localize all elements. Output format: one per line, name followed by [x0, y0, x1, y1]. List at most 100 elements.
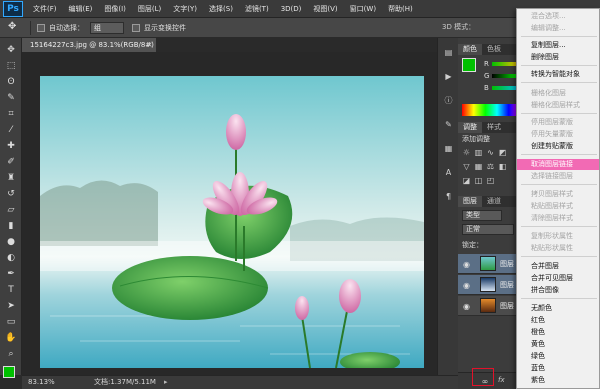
menu-image[interactable]: 图像(I)	[98, 4, 132, 14]
menu-paste-layer-style: 粘贴图层样式	[531, 202, 573, 210]
brightness-icon[interactable]: ☼	[462, 148, 471, 157]
blur-icon[interactable]: ●	[4, 236, 18, 248]
clone-stamp-icon[interactable]: ♜	[4, 172, 18, 184]
hue-icon[interactable]: ▦	[474, 162, 483, 171]
tab-adjustments[interactable]: 调整	[458, 122, 482, 133]
menu-file[interactable]: 文件(F)	[27, 4, 63, 14]
exposure-icon[interactable]: ◩	[498, 148, 507, 157]
healing-brush-icon[interactable]: ✚	[4, 140, 18, 152]
canvas-area[interactable]	[22, 52, 460, 375]
menu-window[interactable]: 窗口(W)	[344, 4, 382, 14]
menu-color-none[interactable]: 无颜色	[517, 303, 599, 314]
menu-3d[interactable]: 3D(D)	[275, 5, 308, 13]
tab-color[interactable]: 颜色	[458, 44, 482, 55]
eyedropper-icon[interactable]: ⁄	[4, 124, 18, 136]
eye-icon[interactable]: ◉	[463, 302, 470, 311]
photoshop-logo: Ps	[3, 0, 23, 17]
balance-icon[interactable]: ⚖	[486, 162, 495, 171]
auto-select-checkbox[interactable]	[37, 23, 45, 32]
move-icon[interactable]: ✥	[4, 44, 18, 56]
menu-color-violet[interactable]: 紫色	[517, 375, 599, 386]
menu-unlink-layers[interactable]: 取消图层链接	[517, 159, 599, 170]
layer-name[interactable]: 图层	[500, 280, 514, 290]
move-tool-icon[interactable]: ✥	[8, 21, 24, 35]
menu-flatten-image[interactable]: 拼合图像	[517, 285, 599, 296]
levels-icon[interactable]: ▥	[474, 148, 483, 157]
foreground-color-swatch[interactable]	[3, 366, 15, 378]
menu-disable-layer-mask: 停用图层蒙版	[531, 118, 573, 126]
layer-thumbnail	[480, 277, 496, 292]
menu-color-yellow[interactable]: 黄色	[517, 339, 599, 350]
shape-icon[interactable]: ▭	[4, 316, 18, 328]
bw-icon[interactable]: ◧	[498, 162, 507, 171]
brush-icon[interactable]: ✐	[4, 156, 18, 168]
menu-color-orange[interactable]: 橙色	[517, 327, 599, 338]
blend-mode-select[interactable]: 正常	[462, 224, 514, 235]
clone-panel-icon[interactable]: ▦	[444, 144, 453, 153]
quick-select-icon[interactable]: ✎	[4, 92, 18, 104]
actions-panel-icon[interactable]: ▶	[444, 72, 453, 81]
menu-type[interactable]: 文字(Y)	[167, 4, 203, 14]
menu-layer[interactable]: 图层(L)	[132, 4, 167, 14]
tab-swatches[interactable]: 色板	[482, 44, 506, 55]
menu-convert-smart-object[interactable]: 转换为智能对象	[517, 69, 599, 80]
tab-styles[interactable]: 样式	[482, 122, 506, 133]
eraser-icon[interactable]: ▱	[4, 204, 18, 216]
menu-rasterize-style: 栅格化图层样式	[531, 101, 580, 109]
menu-duplicate-layer[interactable]: 复制图层...	[517, 40, 599, 51]
tab-channels[interactable]: 通道	[482, 196, 506, 207]
menu-select[interactable]: 选择(S)	[203, 4, 239, 14]
close-icon[interactable]: ×	[146, 38, 153, 52]
3d-mode-label: 3D 模式：	[442, 23, 476, 31]
character-panel-icon[interactable]: A	[444, 168, 453, 177]
type-icon[interactable]: T	[4, 284, 18, 296]
curves-icon[interactable]: ∿	[486, 148, 495, 157]
zoom-level[interactable]: 83.13%	[28, 376, 55, 389]
threshold-icon[interactable]: ◰	[486, 176, 495, 185]
pen-icon[interactable]: ✒	[4, 268, 18, 280]
history-brush-icon[interactable]: ↺	[4, 188, 18, 200]
menu-help[interactable]: 帮助(H)	[382, 4, 419, 14]
menu-view[interactable]: 视图(V)	[307, 4, 343, 14]
lasso-icon[interactable]: ʘ	[4, 76, 18, 88]
eye-icon[interactable]: ◉	[463, 260, 470, 269]
menu-merge-layers[interactable]: 合并图层	[517, 261, 599, 272]
posterize-icon[interactable]: ◫	[474, 176, 483, 185]
history-panel-icon[interactable]: ▤	[444, 48, 453, 57]
color-panel-foreground[interactable]	[462, 58, 476, 72]
eye-icon[interactable]: ◉	[463, 281, 470, 290]
crop-icon[interactable]: ⌗	[4, 108, 18, 120]
menu-merge-visible[interactable]: 合并可见图层	[517, 273, 599, 284]
path-select-icon[interactable]: ➤	[4, 300, 18, 312]
panel-icon-strip: ▤ ▶ ⓘ ✎ ▦ A ¶	[437, 38, 458, 375]
menu-create-clipping-mask[interactable]: 创建剪贴蒙版	[517, 141, 599, 152]
lotus-photo[interactable]	[40, 76, 424, 368]
zoom-icon[interactable]: ⌕	[4, 348, 18, 360]
layer-name[interactable]: 图层	[500, 301, 514, 311]
layer-context-menu: 混合选项... 编辑调整... 复制图层... 删除图层 转换为智能对象 栅格化…	[516, 8, 600, 389]
menu-color-green[interactable]: 绿色	[517, 351, 599, 362]
invert-icon[interactable]: ◪	[462, 176, 471, 185]
properties-panel-icon[interactable]: ⓘ	[444, 96, 453, 105]
tab-layers[interactable]: 图层	[458, 196, 482, 207]
menu-delete-layer[interactable]: 删除图层	[517, 52, 599, 63]
fx-button[interactable]: fx	[498, 376, 505, 384]
document-tab[interactable]: 15164227c3.jpg @ 83.1%(RGB/8#) ×	[22, 38, 156, 52]
show-transform-checkbox[interactable]	[132, 23, 140, 32]
vibrance-icon[interactable]: ▽	[462, 162, 471, 171]
paragraph-panel-icon[interactable]: ¶	[444, 192, 453, 201]
layer-kind-filter[interactable]: 类型	[462, 210, 502, 221]
menu-filter[interactable]: 滤镜(T)	[239, 4, 275, 14]
menu-edit[interactable]: 编辑(E)	[63, 4, 99, 14]
dodge-icon[interactable]: ◐	[4, 252, 18, 264]
tools-panel: ✥ ⬚ ʘ ✎ ⌗ ⁄ ✚ ✐ ♜ ↺ ▱ ▮ ● ◐ ✒ T ➤ ▭ ✋ ⌕	[0, 38, 22, 383]
status-menu-arrow[interactable]: ▸	[164, 376, 168, 389]
marquee-icon[interactable]: ⬚	[4, 60, 18, 72]
layer-name[interactable]: 图层	[500, 259, 514, 269]
menu-color-blue[interactable]: 蓝色	[517, 363, 599, 374]
brush-panel-icon[interactable]: ✎	[444, 120, 453, 129]
hand-icon[interactable]: ✋	[4, 332, 18, 344]
menu-color-red[interactable]: 红色	[517, 315, 599, 326]
auto-select-dropdown[interactable]: 组	[90, 21, 124, 34]
gradient-icon[interactable]: ▮	[4, 220, 18, 232]
